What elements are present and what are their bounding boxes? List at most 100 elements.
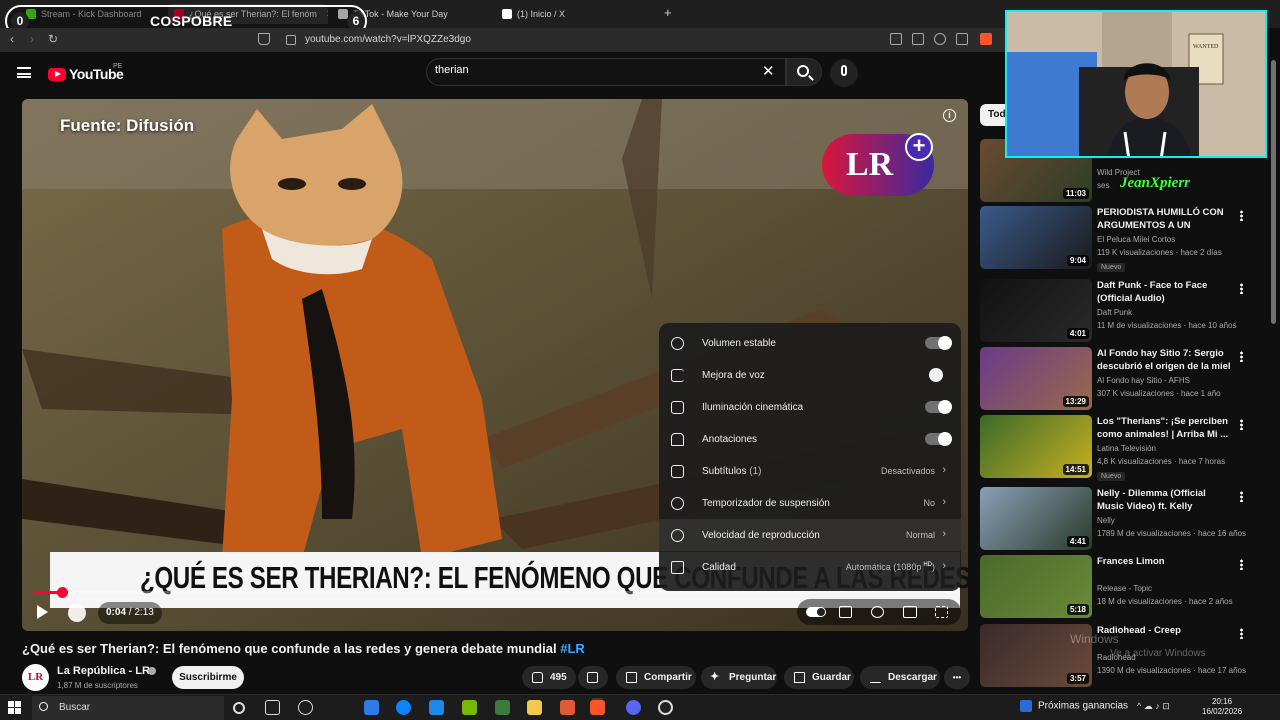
recommendation-channel[interactable]: Nelly (1097, 516, 1115, 525)
forward-icon[interactable]: › (30, 32, 34, 46)
recommendation-title[interactable]: PERIODISTA HUMILLÓ CON ARGUMENTOS A UN T… (1097, 206, 1232, 232)
subtitles-button-icon[interactable] (839, 606, 852, 618)
system-tray[interactable]: ^ ☁ ♪ ⊡ (1137, 701, 1170, 712)
info-icon[interactable]: i (943, 109, 956, 122)
voice-boost-toggle[interactable] (925, 368, 951, 382)
ambient-mode-toggle[interactable] (925, 400, 952, 414)
nvidia-icon[interactable] (462, 700, 477, 715)
fullscreen-icon[interactable] (935, 606, 948, 618)
brave-browser-icon[interactable] (590, 700, 605, 715)
video-thumbnail[interactable]: 5:18 (980, 555, 1092, 618)
setting-voice-boost[interactable]: Mejora de voz (659, 359, 961, 391)
no-translate-icon[interactable] (890, 33, 902, 45)
save-button[interactable]: Guardar (784, 666, 854, 689)
tab-x[interactable]: (1) Inicio / X (502, 4, 652, 24)
recommendation-item[interactable]: 14:51 Los "Therians": ¡Se perciben como a… (980, 415, 1250, 481)
channel-name[interactable]: La República - LR+ (57, 665, 156, 677)
speedometer-icon[interactable] (298, 700, 313, 715)
weather-widget[interactable]: Próximas ganancias (1020, 700, 1128, 712)
more-options-icon[interactable] (1240, 628, 1243, 639)
voice-search-button[interactable] (830, 59, 858, 87)
recommendation-channel[interactable]: Daft Punk (1097, 308, 1132, 317)
clear-search-icon[interactable]: ✕ (762, 62, 775, 80)
discord-icon[interactable] (626, 700, 641, 715)
recommendation-channel[interactable]: Al Fondo hay Sitio - AFHS (1097, 376, 1190, 385)
mail-icon[interactable] (429, 700, 444, 715)
recommendation-item[interactable]: 5:18 Frances Limon Release - Topic 18 M de … (980, 555, 1250, 621)
recommendation-title[interactable]: Frances Limon (1097, 555, 1232, 568)
more-actions-button[interactable]: ••• (944, 666, 970, 689)
video-thumbnail[interactable]: 4:41 (980, 487, 1092, 550)
stable-volume-toggle[interactable] (925, 336, 952, 350)
cast-icon[interactable] (912, 33, 924, 45)
progress-bar[interactable] (34, 587, 956, 598)
recommendation-title[interactable]: Nelly - Dilemma (Official Music Video) f… (1097, 487, 1232, 513)
sidebar-scrollbar[interactable] (1271, 60, 1276, 324)
settings-gear-icon[interactable] (871, 606, 884, 618)
setting-sleep-timer[interactable]: Temporizador de suspensión No › (659, 487, 961, 519)
autoplay-toggle[interactable] (806, 607, 826, 617)
brave-shield-icon[interactable] (980, 33, 992, 45)
like-button[interactable]: 495 (522, 666, 576, 689)
spreadsheet-icon[interactable] (495, 700, 510, 715)
taskbar-clock[interactable]: 20:16 16/02/2026 (1202, 697, 1242, 717)
recommendation-channel[interactable]: El Peluca Milei Cortos (1097, 235, 1175, 244)
recommendation-title[interactable]: Al Fondo hay Sitio 7: Sergio descubrió e… (1097, 347, 1232, 373)
file-explorer-icon[interactable] (527, 700, 542, 715)
setting-ambient-mode[interactable]: Iluminación cinemática (659, 391, 961, 423)
more-options-icon[interactable] (1240, 283, 1243, 294)
edge-icon[interactable] (396, 700, 411, 715)
download-button[interactable]: Descargar (860, 666, 940, 689)
search-input[interactable] (435, 64, 755, 76)
more-options-icon[interactable] (1240, 351, 1243, 362)
more-options-icon[interactable] (1240, 210, 1243, 221)
search-button[interactable] (786, 58, 822, 86)
search-box[interactable] (426, 58, 786, 86)
recommendation-item[interactable]: 13:29 Al Fondo hay Sitio 7: Sergio descub… (980, 347, 1250, 413)
recommendation-item[interactable]: 4:01 Daft Punk - Face to Face (Official A… (980, 279, 1250, 345)
play-icon[interactable] (37, 605, 48, 619)
theater-mode-icon[interactable] (903, 606, 917, 618)
site-info-icon[interactable] (286, 35, 296, 45)
back-icon[interactable]: ‹ (10, 32, 14, 46)
vpn-icon[interactable] (934, 33, 946, 45)
setting-subtitles[interactable]: Subtítulos (1) Desactivados › (659, 455, 961, 487)
channel-avatar[interactable]: LR (22, 664, 49, 691)
recommendation-item[interactable]: 9:04 PERIODISTA HUMILLÓ CON ARGUMENTOS A … (980, 206, 1250, 272)
windows-start-icon[interactable] (8, 701, 21, 714)
share-page-icon[interactable] (956, 33, 968, 45)
bookmark-icon[interactable] (258, 33, 270, 45)
cortana-icon[interactable] (233, 702, 245, 714)
progress-scrubber[interactable] (56, 587, 68, 598)
hamburger-menu-icon[interactable] (17, 67, 31, 78)
video-player[interactable]: Fuente: Difusión LR + i ¿QUÉ ES SER THER… (22, 99, 968, 631)
recommendation-title[interactable]: Los "Therians": ¡Se perciben como animal… (1097, 415, 1232, 441)
subscribe-button[interactable]: Suscribirme (172, 666, 244, 689)
video-thumbnail[interactable]: 4:01 (980, 279, 1092, 342)
video-thumbnail[interactable]: 9:04 (980, 206, 1092, 269)
taskbar-search[interactable]: Buscar (32, 696, 224, 720)
task-view-icon[interactable] (265, 700, 280, 715)
more-options-icon[interactable] (1240, 491, 1243, 502)
setting-quality[interactable]: Calidad Automática (1080p HD) › (659, 551, 961, 583)
recommendation-channel[interactable]: Latina Televisión (1097, 444, 1156, 453)
reload-icon[interactable]: ↻ (48, 32, 58, 46)
store-icon[interactable] (364, 700, 379, 715)
setting-annotations[interactable]: Anotaciones (659, 423, 961, 455)
ask-button[interactable]: ✦ Preguntar (701, 666, 777, 689)
more-options-icon[interactable] (1240, 419, 1243, 430)
video-thumbnail[interactable]: 13:29 (980, 347, 1092, 410)
setting-playback-speed[interactable]: Velocidad de reproducción Normal › (659, 519, 961, 551)
app-icon[interactable] (560, 700, 575, 715)
video-thumbnail[interactable]: 14:51 (980, 415, 1092, 478)
new-tab-button[interactable]: + (664, 5, 672, 20)
more-options-icon[interactable] (1240, 559, 1243, 570)
recommendation-title[interactable]: Daft Punk - Face to Face (Official Audio… (1097, 279, 1232, 305)
obs-icon[interactable] (658, 700, 673, 715)
annotations-toggle[interactable] (925, 432, 952, 446)
volume-icon[interactable] (68, 604, 86, 622)
url-text[interactable]: youtube.com/watch?v=lPXQZZe3dgo (305, 34, 471, 45)
hashtag-link[interactable]: #LR (560, 641, 585, 656)
recommendation-channel[interactable]: Release - Topic (1097, 584, 1152, 593)
share-button[interactable]: Compartir (616, 666, 696, 689)
